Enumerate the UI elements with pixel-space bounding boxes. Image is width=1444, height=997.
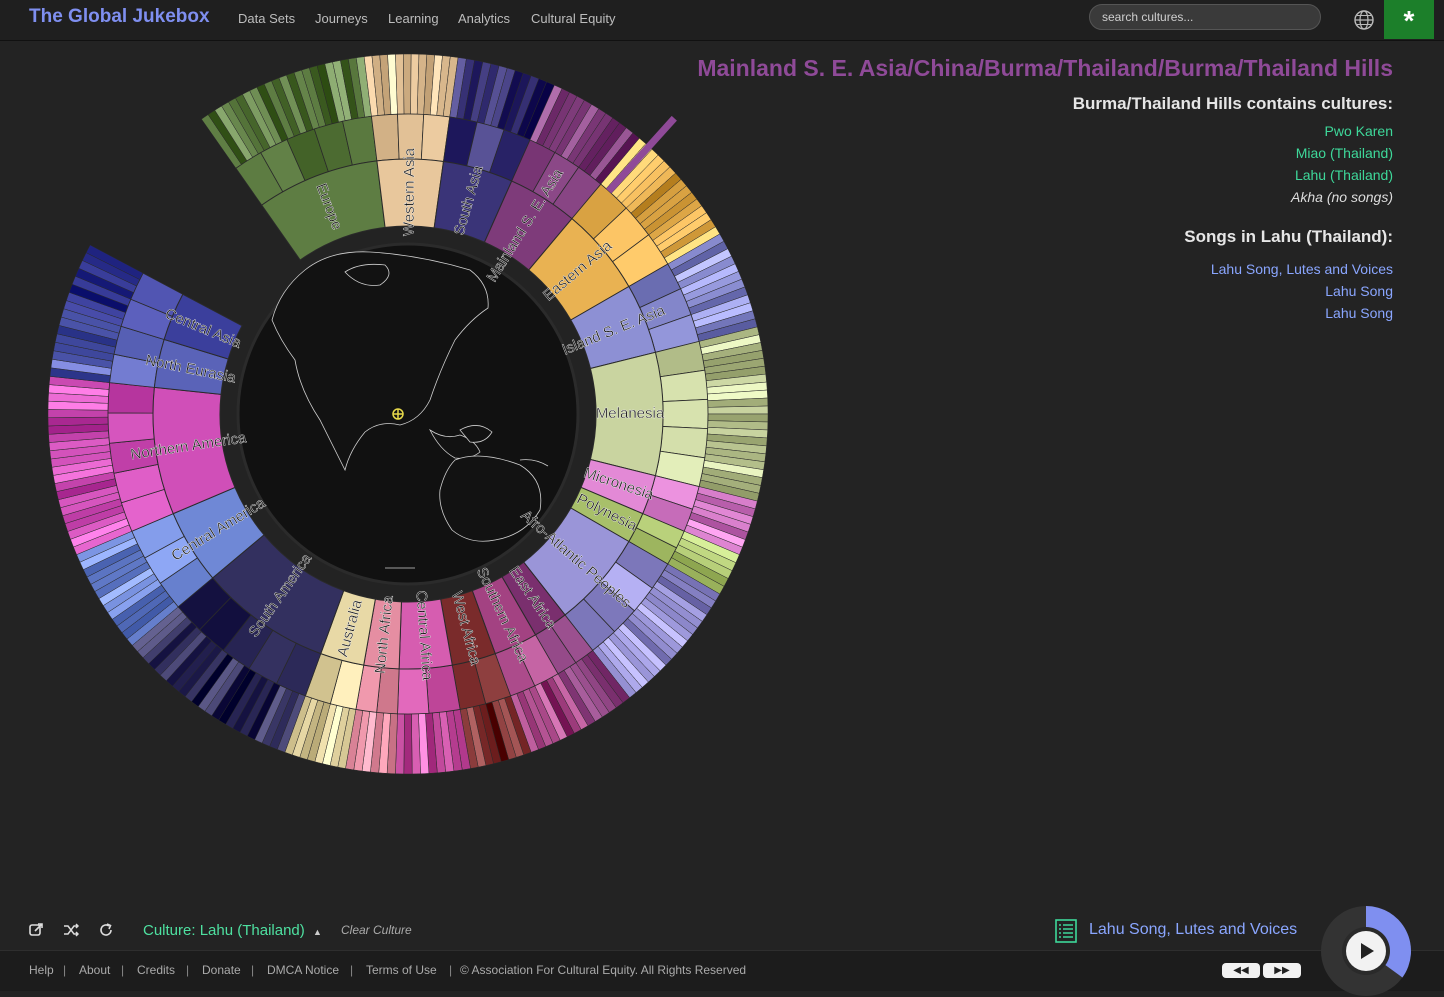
copyright-text: © Association For Cultural Equity. All R… <box>460 963 747 977</box>
region-label: Melanesia <box>596 405 665 422</box>
star-menu-button[interactable]: * <box>1384 0 1434 39</box>
region-breadcrumb: Mainland S. E. Asia/China/Burma/Thailand… <box>697 55 1393 81</box>
fast-forward-button[interactable]: ▶▶ <box>1263 963 1301 978</box>
nav-learning[interactable]: Learning <box>388 11 439 26</box>
song-link[interactable]: Lahu Song <box>1211 280 1393 302</box>
culture-selector[interactable]: Culture: Lahu (Thailand) ▲ <box>143 922 322 939</box>
audio-player[interactable] <box>1320 905 1412 997</box>
song-link[interactable]: Lahu Song, Lutes and Voices <box>1211 258 1393 280</box>
culture-segment[interactable] <box>403 53 412 115</box>
songs-heading: Songs in Lahu (Thailand): <box>1184 227 1393 246</box>
culture-link[interactable]: Miao (Thailand) <box>1291 142 1393 164</box>
nav-data-sets[interactable]: Data Sets <box>238 11 295 26</box>
now-playing-title[interactable]: Lahu Song, Lutes and Voices <box>1089 921 1297 939</box>
nav-analytics[interactable]: Analytics <box>458 11 510 26</box>
culture-selector-label: Culture: Lahu (Thailand) <box>143 922 305 939</box>
footer-separator: | <box>121 963 125 977</box>
contains-heading: Burma/Thailand Hills contains cultures: <box>1072 94 1393 113</box>
share-icon[interactable] <box>28 922 44 938</box>
footer-donate-link[interactable]: Donate <box>202 963 241 977</box>
footer-separator: | <box>63 963 67 977</box>
shuffle-icon[interactable] <box>63 922 79 938</box>
footer-separator: | <box>449 963 453 977</box>
footer-about-link[interactable]: About <box>79 963 110 977</box>
site-logo[interactable]: The Global Jukebox <box>29 6 210 28</box>
subregion-segment[interactable] <box>107 382 155 414</box>
footer-credits-link[interactable]: Credits <box>137 963 175 977</box>
culture-link[interactable]: Pwo Karen <box>1291 120 1393 142</box>
footer-separator: | <box>186 963 190 977</box>
culture-no-songs: Akha (no songs) <box>1291 189 1393 205</box>
rewind-button[interactable]: ◀◀ <box>1222 963 1260 978</box>
culture-sunburst[interactable]: Europe Western Asia South AsiaMainland S. … <box>0 40 800 800</box>
song-list: Lahu Song, Lutes and Voices Lahu Song La… <box>1211 258 1393 324</box>
footer-separator: | <box>251 963 255 977</box>
clear-culture-button[interactable]: Clear Culture <box>341 923 412 937</box>
culture-segment[interactable] <box>47 409 109 418</box>
refresh-icon[interactable] <box>98 922 114 938</box>
location-marker <box>392 408 404 420</box>
footer-separator: | <box>350 963 354 977</box>
culture-segment[interactable] <box>403 713 413 775</box>
playlist-icon[interactable] <box>1055 919 1077 943</box>
caret-up-icon: ▲ <box>312 927 322 937</box>
footer-terms-link[interactable]: Terms of Use <box>366 963 437 977</box>
globe-icon[interactable] <box>1352 8 1376 32</box>
footer-dmca-link[interactable]: DMCA Notice <box>267 963 339 977</box>
region-label: Western Asia <box>401 147 419 236</box>
top-navbar: The Global Jukebox Data Sets Journeys Le… <box>0 0 1444 41</box>
nav-journeys[interactable]: Journeys <box>315 11 368 26</box>
footer: Help | About | Credits | Donate | DMCA N… <box>0 950 1444 991</box>
subregion-segment[interactable] <box>107 412 155 444</box>
song-link[interactable]: Lahu Song <box>1211 302 1393 324</box>
subregion-segment[interactable] <box>662 398 709 430</box>
footer-help-link[interactable]: Help <box>29 963 54 977</box>
culture-link[interactable]: Lahu (Thailand) <box>1291 164 1393 186</box>
culture-list: Pwo Karen Miao (Thailand) Lahu (Thailand… <box>1291 120 1393 208</box>
nav-cultural-equity[interactable]: Cultural Equity <box>531 11 616 26</box>
search-input[interactable] <box>1089 4 1321 30</box>
culture-segment[interactable] <box>707 405 769 415</box>
control-bar: Culture: Lahu (Thailand) ▲ Clear Culture… <box>0 908 1444 950</box>
